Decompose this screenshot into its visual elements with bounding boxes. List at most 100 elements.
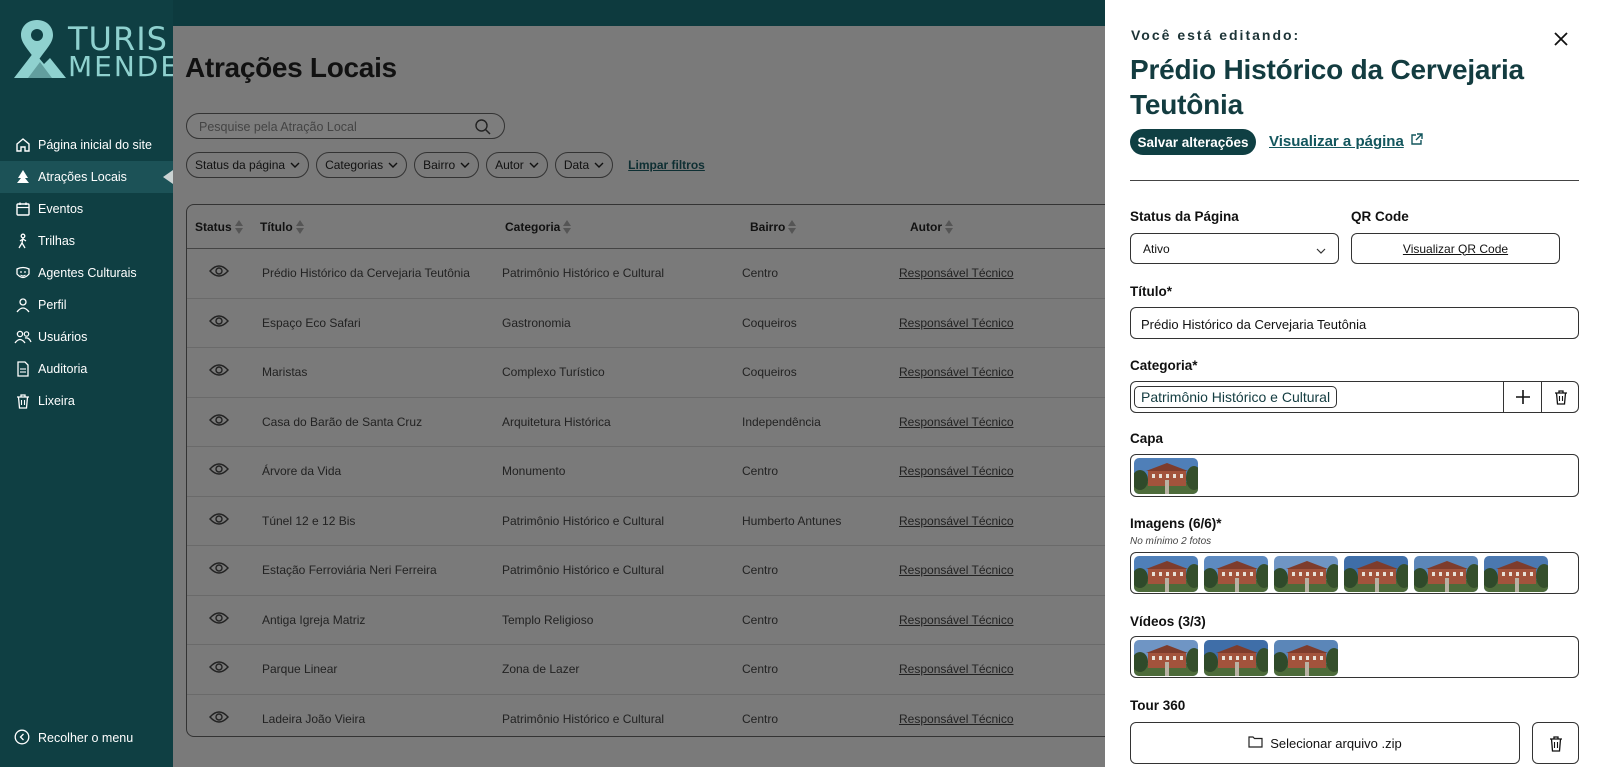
column-categoria[interactable]: Categoria xyxy=(505,220,572,234)
cell-author-link[interactable]: Responsável Técnico xyxy=(899,514,1014,528)
cell-author-link[interactable]: Responsável Técnico xyxy=(899,563,1014,577)
clear-filters-link[interactable]: Limpar filtros xyxy=(628,158,705,172)
eye-icon[interactable] xyxy=(209,314,229,331)
table-row[interactable]: Maristas Complexo Turístico Coqueiros Respo… xyxy=(187,348,1125,398)
sidebar-item-eventos[interactable]: Eventos xyxy=(0,193,173,225)
cell-author-link[interactable]: Responsável Técnico xyxy=(899,316,1014,330)
status-select[interactable]: Ativo xyxy=(1130,233,1339,264)
active-indicator xyxy=(163,170,173,184)
table-row[interactable]: Parque Linear Zona de Lazer Centro Responsá… xyxy=(187,645,1125,695)
eye-icon[interactable] xyxy=(209,413,229,430)
save-button[interactable]: Salvar alterações xyxy=(1130,129,1256,155)
media-thumbnail[interactable] xyxy=(1414,556,1478,592)
turis-mendes-logo[interactable]: TURIS MENDES xyxy=(12,18,198,82)
delete-tour-button[interactable] xyxy=(1532,722,1579,764)
close-icon[interactable] xyxy=(1552,30,1570,48)
cell-title: Túnel 12 e 12 Bis xyxy=(262,513,356,528)
sort-icon xyxy=(945,220,953,234)
media-thumbnail[interactable] xyxy=(1484,556,1548,592)
filter-autor[interactable]: Autor xyxy=(486,152,548,178)
column-autor[interactable]: Autor xyxy=(910,220,953,234)
eye-icon[interactable] xyxy=(209,710,229,727)
cell-author-link[interactable]: Responsável Técnico xyxy=(899,464,1014,478)
sort-icon xyxy=(234,220,243,234)
media-thumbnail[interactable] xyxy=(1344,556,1408,592)
cell-author-link[interactable]: Responsável Técnico xyxy=(899,266,1014,280)
hiker-icon xyxy=(14,232,32,250)
table-row[interactable]: Estação Ferroviária Neri Ferreira Patrimô… xyxy=(187,546,1125,596)
eye-icon[interactable] xyxy=(209,561,229,578)
chevron-down-icon xyxy=(460,158,470,172)
sidebar-item-lixeira[interactable]: Lixeira xyxy=(0,385,173,417)
cell-author-link[interactable]: Responsável Técnico xyxy=(899,712,1014,726)
filter-label: Data xyxy=(563,158,590,172)
cell-author-link[interactable]: Responsável Técnico xyxy=(899,662,1014,676)
badge-icon xyxy=(14,264,32,282)
sidebar-item-agentes[interactable]: Agentes Culturais xyxy=(0,257,173,289)
table-row[interactable]: Árvore da Vida Monumento Centro Responsável… xyxy=(187,447,1125,497)
eye-icon[interactable] xyxy=(209,462,229,479)
sidebar-item-home[interactable]: Página inicial do site xyxy=(0,129,173,161)
filter-status[interactable]: Status da página xyxy=(186,152,310,178)
view-qr-button[interactable]: Visualizar QR Code xyxy=(1351,233,1560,264)
category-field[interactable]: Patrimônio Histórico e Cultural xyxy=(1130,381,1579,413)
delete-category-button[interactable] xyxy=(1541,382,1579,412)
media-thumbnail[interactable] xyxy=(1204,556,1268,592)
sidebar-nav: Página inicial do site Atrações Locais E… xyxy=(0,129,173,417)
videos-field[interactable] xyxy=(1130,636,1579,678)
category-tag[interactable]: Patrimônio Histórico e Cultural xyxy=(1134,386,1338,408)
chevron-down-icon xyxy=(594,158,604,172)
table-row[interactable]: Túnel 12 e 12 Bis Patrimônio Histórico e … xyxy=(187,497,1125,546)
view-page-link[interactable]: Visualizar a página xyxy=(1269,133,1423,150)
images-field[interactable] xyxy=(1130,552,1579,594)
sidebar-item-trilhas[interactable]: Trilhas xyxy=(0,225,173,257)
media-thumbnail[interactable] xyxy=(1274,556,1338,592)
media-thumbnail[interactable] xyxy=(1274,640,1338,676)
collapse-menu-button[interactable]: Recolher o menu xyxy=(14,729,133,747)
media-thumbnail[interactable] xyxy=(1134,640,1198,676)
eye-icon[interactable] xyxy=(209,660,229,677)
view-page-label: Visualizar a página xyxy=(1269,133,1404,150)
filter-label: Autor xyxy=(495,158,524,172)
media-thumbnail[interactable] xyxy=(1204,640,1268,676)
eye-icon[interactable] xyxy=(209,512,229,529)
filter-bairro[interactable]: Bairro xyxy=(414,152,480,178)
column-label: Status xyxy=(195,220,232,234)
select-zip-button[interactable]: Selecionar arquivo .zip xyxy=(1130,722,1520,764)
cover-field[interactable] xyxy=(1130,454,1579,497)
eye-icon[interactable] xyxy=(209,611,229,628)
cell-author-link[interactable]: Responsável Técnico xyxy=(899,415,1014,429)
filter-categorias[interactable]: Categorias xyxy=(316,152,408,178)
title-field[interactable]: Prédio Histórico da Cervejaria Teutônia xyxy=(1130,307,1579,339)
eye-icon[interactable] xyxy=(209,363,229,380)
table-row[interactable]: Prédio Histórico da Cervejaria Teutônia P… xyxy=(187,249,1125,299)
table-row[interactable]: Ladeira João Vieira Patrimônio Histórico … xyxy=(187,695,1125,737)
cell-bairro: Centro xyxy=(742,662,779,676)
cell-title: Maristas xyxy=(262,365,308,379)
cell-author-link[interactable]: Responsável Técnico xyxy=(899,365,1014,379)
column-label: Categoria xyxy=(505,220,561,234)
sort-icon xyxy=(563,220,572,234)
cell-author-link[interactable]: Responsável Técnico xyxy=(899,613,1014,627)
media-thumbnail[interactable] xyxy=(1134,458,1198,494)
column-bairro[interactable]: Bairro xyxy=(750,220,797,234)
media-thumbnail[interactable] xyxy=(1134,556,1198,592)
add-category-button[interactable] xyxy=(1503,382,1541,412)
search-icon[interactable] xyxy=(474,118,492,141)
sidebar-item-auditoria[interactable]: Auditoria xyxy=(0,353,173,385)
search-input[interactable] xyxy=(199,118,469,136)
eye-icon[interactable] xyxy=(209,264,229,281)
filter-data[interactable]: Data xyxy=(554,152,614,178)
table-row[interactable]: Casa do Barão de Santa Cruz Arquitetura H… xyxy=(187,398,1125,447)
filter-label: Status da página xyxy=(195,158,286,172)
sidebar-item-label: Usuários xyxy=(38,330,88,344)
cell-category: Gastronomia xyxy=(502,315,571,330)
table-row[interactable]: Antiga Igreja Matriz Templo Religioso Cent… xyxy=(187,596,1125,645)
column-status[interactable]: Status xyxy=(195,220,243,234)
map-pin-logo-icon xyxy=(14,20,66,78)
table-row[interactable]: Espaço Eco Safari Gastronomia Coqueiros Res… xyxy=(187,299,1125,348)
column-titulo[interactable]: Título xyxy=(260,220,304,234)
sidebar-item-perfil[interactable]: Perfil xyxy=(0,289,173,321)
sidebar-item-atracoes[interactable]: Atrações Locais xyxy=(0,161,173,193)
sidebar-item-usuarios[interactable]: Usuários xyxy=(0,321,173,353)
